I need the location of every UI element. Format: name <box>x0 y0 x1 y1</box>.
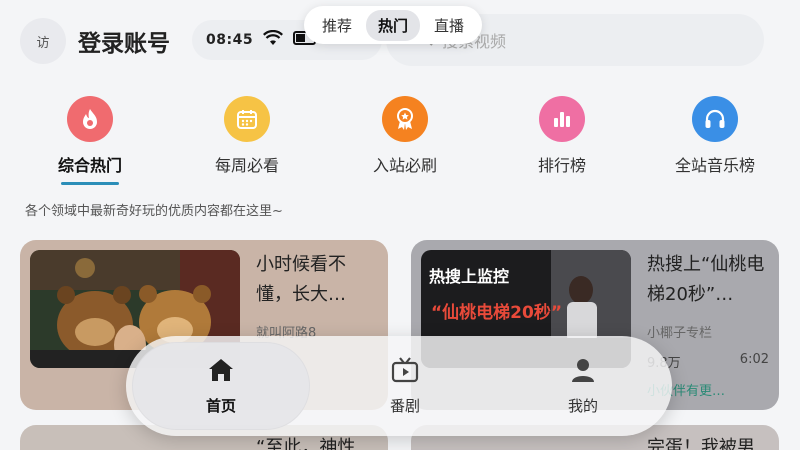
badge-icon <box>382 96 428 142</box>
category-must-watch[interactable]: 入站必刷 <box>340 96 470 176</box>
video-title: 小时候看不懂，长大… <box>256 254 346 305</box>
active-indicator <box>61 182 119 185</box>
login-title[interactable]: 登录账号 <box>78 24 170 58</box>
tab-hot[interactable]: 热门 <box>366 9 421 41</box>
nav-label: 首页 <box>205 396 236 415</box>
category-label: 排行榜 <box>537 156 586 175</box>
user-icon <box>569 357 597 387</box>
tab-live[interactable]: 直播 <box>422 10 476 41</box>
calendar-icon <box>224 96 270 142</box>
tab-recommend[interactable]: 推荐 <box>310 10 364 41</box>
nav-home[interactable]: 首页 <box>132 342 310 430</box>
headphones-icon <box>692 96 738 142</box>
category-row: 综合热门 每周必看 入站必刷 排行榜 全站音乐榜 <box>0 96 800 186</box>
status-time: 08:45 <box>206 32 254 48</box>
wifi-icon <box>263 29 284 50</box>
nav-label: 我的 <box>567 396 598 415</box>
category-label: 全站音乐榜 <box>674 156 755 175</box>
video-duration: 6:02 <box>739 352 769 367</box>
nav-me[interactable]: 我的 <box>494 336 672 436</box>
category-label: 入站必刷 <box>372 156 437 175</box>
category-label: 每周必看 <box>214 156 279 175</box>
video-title: 热搜上“仙桃电梯20秒”… <box>647 254 765 305</box>
section-description: 各个领域中最新奇好玩的优质内容都在这里~ <box>25 204 283 219</box>
category-weekly[interactable]: 每周必看 <box>182 96 312 176</box>
nav-label: 番剧 <box>389 396 420 415</box>
bottom-nav: 首页 番剧 我的 <box>126 336 672 436</box>
category-label: 综合热门 <box>57 156 122 175</box>
category-ranking[interactable]: 排行榜 <box>497 96 627 176</box>
top-tabs: 推荐 热门 直播 <box>304 6 483 44</box>
avatar[interactable]: 访 <box>20 18 66 64</box>
thumb-overlay-bottom: “仙桃电梯20秒” <box>431 302 562 323</box>
bar-chart-icon <box>539 96 585 142</box>
category-music[interactable]: 全站音乐榜 <box>650 96 780 176</box>
avatar-text: 访 <box>36 35 50 51</box>
tv-icon <box>391 356 419 387</box>
category-hot[interactable]: 综合热门 <box>25 96 155 185</box>
thumb-overlay-top: 热搜上监控 <box>429 267 509 286</box>
home-icon <box>207 357 235 387</box>
nav-anime[interactable]: 番剧 <box>316 336 494 436</box>
flame-icon <box>67 96 113 142</box>
